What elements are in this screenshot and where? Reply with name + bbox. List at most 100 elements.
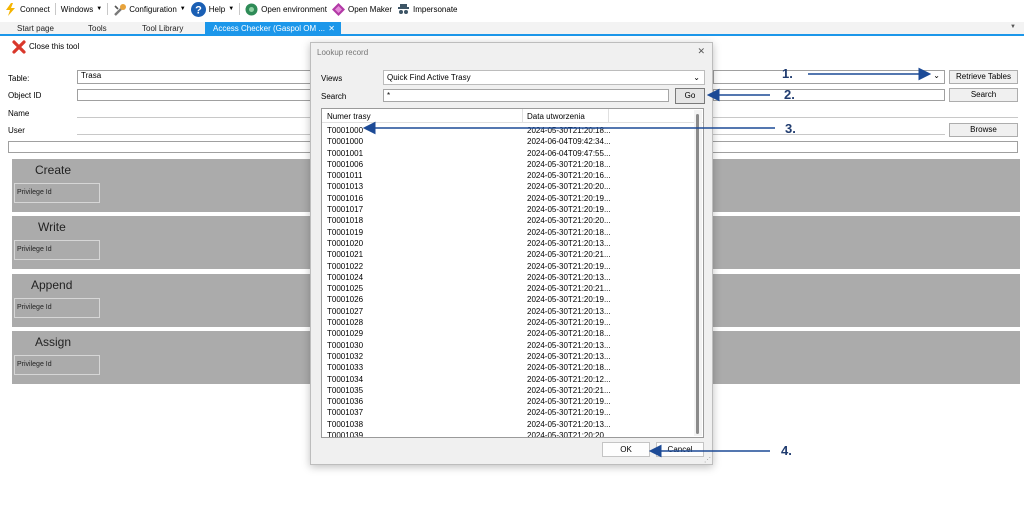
cell-data-utworzenia: 2024-05-30T21:20:13... [527, 306, 611, 316]
scrollbar-thumb[interactable] [696, 114, 699, 434]
cell-numer-trasy: T0001020 [327, 238, 364, 248]
cell-numer-trasy: T0001000 [327, 126, 364, 135]
table-row[interactable]: T0001026 2024-05-30T21:20:19... [322, 294, 694, 305]
windows-label: Windows [60, 4, 94, 14]
vertical-scrollbar[interactable] [694, 110, 702, 436]
annotation-label-2: 2. [784, 87, 795, 102]
table-row[interactable]: T0001033 2024-05-30T21:20:18... [322, 362, 694, 373]
search-input[interactable]: * [383, 89, 669, 102]
name-underline [77, 117, 311, 118]
privilege-title: Assign [35, 335, 72, 349]
resize-grip-icon[interactable]: ⋰ [704, 456, 711, 464]
cell-numer-trasy: T0001037 [327, 408, 364, 418]
open-maker-button[interactable]: Open Maker [331, 2, 393, 16]
table-row[interactable]: T0001017 2024-05-30T21:20:19... [322, 204, 694, 215]
connect-button[interactable]: Connect [4, 2, 50, 16]
table-row[interactable]: T0001037 2024-05-30T21:20:19... [322, 407, 694, 418]
tab-overflow-icon[interactable]: ▼ [1010, 24, 1016, 30]
table-select[interactable]: Trasa [77, 70, 311, 84]
ok-button[interactable]: OK [602, 442, 650, 457]
table-row[interactable]: T0001016 2024-05-30T21:20:19... [322, 193, 694, 204]
open-environment-button[interactable]: Open environment [245, 3, 327, 16]
cell-numer-trasy: T0001018 [327, 216, 364, 226]
table-row[interactable]: T0001021 2024-05-30T21:20:21... [322, 249, 694, 260]
table-select-dropdown[interactable]: ⌄ [713, 70, 945, 84]
table-row[interactable]: T0001029 2024-05-30T21:20:18... [322, 328, 694, 339]
toolbar-divider [107, 3, 109, 15]
object-id-input-right[interactable] [713, 89, 945, 101]
table-row[interactable]: T0001001 2024-06-04T09:47:55... [322, 148, 694, 159]
cell-numer-trasy: T0001019 [327, 227, 364, 237]
table-row[interactable]: T0001034 2024-05-30T21:20:12... [322, 374, 694, 385]
table-row[interactable]: T0001019 2024-05-30T21:20:18... [322, 227, 694, 238]
cell-numer-trasy: T0001026 [327, 295, 364, 305]
cell-numer-trasy: T0001033 [327, 363, 364, 373]
cell-data-utworzenia: 2024-05-30T21:20:18... [527, 329, 611, 339]
table-row[interactable]: T0001028 2024-05-30T21:20:19... [322, 317, 694, 328]
column-header-numer-trasy[interactable]: Numer trasy [327, 112, 371, 121]
cell-numer-trasy: T0001011 [327, 171, 363, 181]
configuration-menu[interactable]: Configuration ▼ [113, 3, 186, 16]
tab-access-checker[interactable]: Access Checker (Gaspol OM ... ✕ [205, 22, 341, 36]
tab-label: Access Checker (Gaspol OM ... [213, 24, 326, 33]
browse-button[interactable]: Browse [949, 123, 1018, 137]
search-button[interactable]: Search [949, 88, 1018, 102]
cell-data-utworzenia: 2024-05-30T21:20:18... [527, 126, 611, 135]
table-row[interactable]: T0001025 2024-05-30T21:20:21... [322, 283, 694, 294]
table-row[interactable]: T0001032 2024-05-30T21:20:13... [322, 351, 694, 362]
cancel-button[interactable]: Cancel [656, 442, 704, 457]
table-row[interactable]: T0001000 2024-05-30T21:20:18... [322, 125, 694, 136]
table-row[interactable]: T0001038 2024-05-30T21:20:13... [322, 419, 694, 430]
go-button[interactable]: Go [675, 88, 705, 104]
table-row[interactable]: T0001027 2024-05-30T21:20:13... [322, 306, 694, 317]
object-id-input[interactable] [77, 89, 311, 101]
table-row[interactable]: T0001030 2024-05-30T21:20:13... [322, 340, 694, 351]
open-maker-label: Open Maker [347, 4, 393, 14]
cell-data-utworzenia: 2024-05-30T21:20:19... [527, 295, 611, 305]
column-divider [608, 109, 609, 123]
table-row[interactable]: T0001020 2024-05-30T21:20:13... [322, 238, 694, 249]
table-row[interactable]: T0001018 2024-05-30T21:20:20... [322, 215, 694, 226]
table-row[interactable]: T0001013 2024-05-30T21:20:20... [322, 181, 694, 192]
views-label: Views [321, 74, 343, 83]
windows-menu[interactable]: Windows ▼ [61, 5, 102, 14]
environment-icon [245, 3, 258, 16]
cell-numer-trasy: T0001029 [327, 329, 364, 339]
tab-label: Tool Library [142, 24, 184, 33]
cell-data-utworzenia: 2024-05-30T21:20:19... [527, 261, 611, 271]
cell-data-utworzenia: 2024-05-30T21:20:21... [527, 250, 611, 260]
cell-numer-trasy: T0001030 [327, 340, 364, 350]
table-row[interactable]: T0001039 2024-05-30T21:20:20... [322, 430, 694, 437]
tab-tools[interactable]: Tools [88, 22, 107, 36]
table-row[interactable]: T0001006 2024-05-30T21:20:18... [322, 159, 694, 170]
close-tool-button[interactable]: Close this tool [12, 40, 80, 54]
table-row[interactable]: T0001024 2024-05-30T21:20:13... [322, 272, 694, 283]
views-select[interactable]: Quick Find Active Trasy ⌄ [383, 70, 705, 85]
column-header-data-utworzenia[interactable]: Data utworzenia [527, 112, 585, 121]
svg-text:?: ? [195, 4, 202, 16]
impersonate-button[interactable]: Impersonate [397, 3, 457, 16]
table-row[interactable]: T0001000 2024-06-04T09:42:34... [322, 136, 694, 147]
user-label: User [8, 126, 25, 135]
impersonate-label: Impersonate [413, 4, 458, 14]
retrieve-tables-button[interactable]: Retrieve Tables [949, 70, 1018, 84]
table-row[interactable]: T0001022 2024-05-30T21:20:19... [322, 261, 694, 272]
table-row[interactable]: T0001036 2024-05-30T21:20:19... [322, 396, 694, 407]
tab-tool-library[interactable]: Tool Library [142, 22, 183, 36]
annotation-label-4: 4. [781, 443, 792, 458]
table-row[interactable]: T0001035 2024-05-30T21:20:21... [322, 385, 694, 396]
help-menu[interactable]: ? Help ▼ [190, 1, 234, 17]
chevron-down-icon: ⌄ [693, 73, 700, 82]
cell-data-utworzenia: 2024-05-30T21:20:13... [527, 340, 611, 350]
tab-start-page[interactable]: Start page [17, 22, 54, 36]
cell-numer-trasy: T0001036 [327, 397, 364, 407]
toolbar-divider [54, 3, 56, 15]
tab-label: Tools [88, 24, 107, 33]
annotation-label-1: 1. [782, 66, 793, 81]
table-row[interactable]: T0001011 2024-05-30T21:20:16... [322, 170, 694, 181]
close-icon[interactable]: ✕ [697, 46, 705, 57]
views-value: Quick Find Active Trasy [387, 73, 471, 82]
close-tab-icon[interactable]: ✕ [328, 22, 335, 36]
close-tool-label: Close this tool [29, 42, 80, 51]
cell-data-utworzenia: 2024-05-30T21:20:18... [527, 159, 611, 169]
